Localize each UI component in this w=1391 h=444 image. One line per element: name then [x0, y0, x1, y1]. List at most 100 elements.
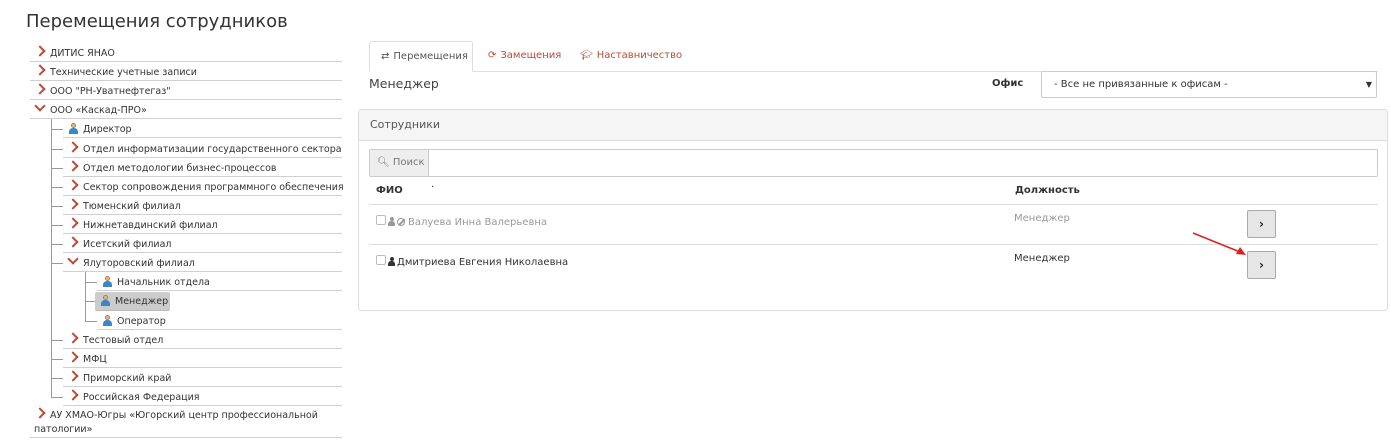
employee-position: Менеджер	[1014, 253, 1070, 264]
position-title: Менеджер	[369, 76, 439, 91]
tree-node-label: Технические учетные записи	[50, 67, 197, 78]
tree-node-label: Отдел информатизации государственного се…	[83, 144, 342, 155]
employee-position: Менеджер	[1014, 213, 1070, 224]
exchange-icon: ⇄	[381, 51, 390, 62]
tree-node-methodology-dept[interactable]: Отдел методологии бизнес-процессов	[63, 160, 342, 177]
employee-name-text: Валуева Инна Валерьевна	[408, 217, 547, 228]
tree-node-label: Отдел методологии бизнес-процессов	[83, 163, 277, 174]
chevron-down-icon	[34, 100, 46, 112]
chevron-right-icon	[67, 141, 79, 153]
refresh-icon: ⟳	[488, 50, 497, 61]
tree-node-test-dept[interactable]: Тестовый отдел	[63, 332, 342, 349]
annotation-arrow-icon	[1192, 232, 1246, 255]
tree-node-ditis[interactable]: ДИТИС ЯНАО	[30, 45, 342, 62]
tree-connector	[85, 272, 86, 321]
tab-mentoring[interactable]: 🎓︎ Наставничество	[569, 41, 693, 71]
employee-name-text: Дмитриева Евгения Николаевна	[397, 257, 569, 268]
tree-node-label: патологии»	[34, 424, 93, 435]
chevron-right-icon	[67, 198, 79, 210]
office-select[interactable]: - Все не привязанные к офисам - ▼	[1041, 71, 1377, 98]
user-icon	[388, 217, 395, 226]
search-addon[interactable]: 🔍︎ Поиск	[370, 150, 429, 176]
row-divider	[369, 204, 1378, 205]
tree-node-mfc[interactable]: МФЦ	[63, 351, 342, 368]
ban-icon	[397, 218, 405, 226]
chevron-down-icon	[67, 253, 79, 265]
tree-node-label: АУ ХМАО-Югры «Югорский центр профессиона…	[50, 410, 318, 421]
tree-node-manager[interactable]: Менеджер	[95, 292, 170, 311]
tree-node-label: Директор	[83, 124, 132, 135]
chevron-right-icon	[34, 45, 46, 57]
chevron-right-icon	[67, 332, 79, 344]
tree-node-label: ООО "РН-Уватнефтегаз"	[50, 86, 171, 97]
tab-label: Перемещения	[393, 51, 468, 62]
tree-node-kaskad-pro[interactable]: ООО «Каскад-ПРО»	[30, 100, 342, 119]
panel-title: Сотрудники	[359, 110, 1387, 141]
column-header-position[interactable]: Должность	[1015, 185, 1080, 196]
tab-label: Наставничество	[596, 50, 683, 61]
caret-down-icon: ▼	[1365, 80, 1372, 89]
chevron-right-icon	[67, 217, 79, 229]
tree-node-label: Оператор	[117, 316, 166, 327]
tree-node-label: Российская Федерация	[83, 392, 200, 403]
tree-node-tyumen-branch[interactable]: Тюменский филиал	[63, 198, 342, 215]
tree-connector	[51, 119, 52, 398]
tree-node-label: Сектор сопровождения программного обеспе…	[83, 182, 344, 193]
tree-node-label: Приморский край	[83, 373, 172, 384]
tree-node-dept-head[interactable]: Начальник отдела	[97, 274, 342, 291]
tree-node-label: Тюменский филиал	[83, 201, 181, 212]
tree-node-informatization-dept[interactable]: Отдел информатизации государственного се…	[63, 141, 342, 158]
chevron-right-icon	[67, 370, 79, 382]
search-input[interactable]	[430, 150, 1377, 178]
tree-node-label: Начальник отдела	[117, 277, 210, 288]
row-checkbox[interactable]	[376, 255, 386, 265]
tree-node-label: Ялуторовский филиал	[83, 258, 195, 269]
transfer-button[interactable]: ›	[1247, 210, 1276, 238]
user-icon	[103, 315, 112, 326]
tree-node-operator[interactable]: Оператор	[97, 313, 342, 330]
org-tree: ДИТИС ЯНАО Технические учетные записи ОО…	[0, 0, 350, 444]
user-icon	[101, 295, 110, 306]
employee-name[interactable]: Дмитриева Евгения Николаевна	[388, 256, 568, 268]
user-icon	[103, 276, 112, 287]
chevron-right-icon	[34, 64, 46, 76]
tree-node-rn-uvatneftegaz[interactable]: ООО "РН-Уватнефтегаз"	[30, 83, 342, 100]
sort-indicator: ·	[431, 182, 435, 193]
user-icon	[388, 257, 395, 266]
office-select-value: - Все не привязанные к офисам -	[1054, 79, 1228, 90]
tree-node-software-support[interactable]: Сектор сопровождения программного обеспе…	[63, 179, 344, 196]
tree-node-yugorsky-center[interactable]: АУ ХМАО-Югры «Югорский центр профессиона…	[30, 407, 342, 438]
graduation-cap-icon: 🎓︎	[580, 50, 593, 61]
tree-node-director[interactable]: Директор	[63, 121, 342, 138]
search-icon: 🔍︎	[377, 157, 390, 168]
search-box: 🔍︎ Поиск	[369, 149, 1378, 178]
tab-label: Замещения	[500, 50, 562, 61]
tree-node-primorsky[interactable]: Приморский край	[63, 370, 342, 387]
tree-node-yalutorovsk-branch[interactable]: Ялуторовский филиал	[63, 253, 342, 272]
chevron-right-icon	[34, 83, 46, 95]
chevron-right-icon	[34, 407, 46, 419]
tab-transfers[interactable]: ⇄ Перемещения	[369, 41, 473, 72]
tab-substitutions[interactable]: ⟳ Замещения	[477, 41, 572, 71]
user-icon	[69, 123, 78, 134]
search-label: Поиск	[392, 157, 425, 168]
tree-node-label: Тестовый отдел	[83, 335, 164, 346]
tree-node-label: Менеджер	[115, 296, 169, 307]
chevron-right-icon	[67, 179, 79, 191]
chevron-right-icon	[67, 351, 79, 363]
employees-panel: Сотрудники 🔍︎ Поиск ФИО · Должность Валу…	[358, 109, 1388, 311]
tree-node-label: Исетский филиал	[83, 239, 172, 250]
row-checkbox[interactable]	[376, 215, 386, 225]
column-header-name[interactable]: ФИО	[376, 185, 403, 196]
tree-node-tech-accounts[interactable]: Технические учетные записи	[30, 64, 342, 81]
chevron-right-icon	[67, 236, 79, 248]
transfer-button[interactable]: ›	[1247, 251, 1276, 279]
employee-name[interactable]: Валуева Инна Валерьевна	[388, 216, 547, 228]
tab-bar: ⇄ Перемещения ⟳ Замещения 🎓︎ Наставничество	[369, 41, 1378, 72]
tree-node-nizhnetavda-branch[interactable]: Нижнетавдинский филиал	[63, 217, 342, 234]
office-label: Офис	[992, 78, 1024, 89]
tree-node-label: ООО «Каскад-ПРО»	[50, 105, 147, 116]
chevron-right-icon	[67, 160, 79, 172]
tree-node-russian-federation[interactable]: Российская Федерация	[63, 389, 342, 406]
tree-node-iset-branch[interactable]: Исетский филиал	[63, 236, 342, 253]
